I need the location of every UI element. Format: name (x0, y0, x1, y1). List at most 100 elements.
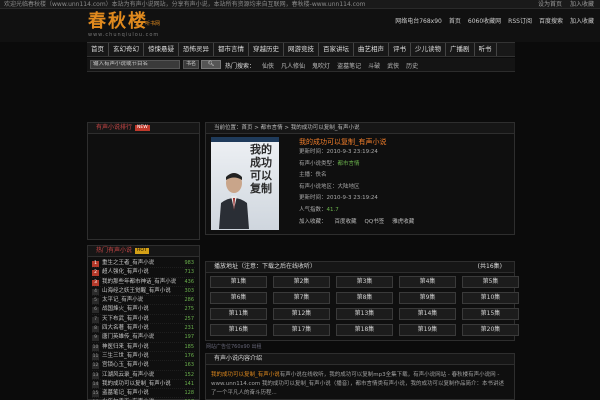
rank-title[interactable]: 江湖风云录_有声小说 (102, 372, 154, 378)
rank-list-item[interactable]: 5 太平记_有声小说 286 (92, 296, 195, 306)
nav-item-games[interactable]: 网游竞技 (284, 43, 319, 56)
rank-title[interactable]: 盗墓笔记_有声小说 (102, 390, 149, 396)
rank-title[interactable]: 重生之王者_有声小说 (102, 260, 154, 266)
episode-button[interactable]: 第3集 (336, 276, 393, 288)
nav-item-radio-drama[interactable]: 广播剧 (446, 43, 475, 56)
rank-list-item[interactable]: 2 超人强化_有声小说 713 (92, 268, 195, 278)
rank-count: 303 (184, 287, 194, 294)
rank-title[interactable]: 我的那些年都市神话_有声小说 (102, 279, 176, 285)
rank-list-item[interactable]: 9 唐门英雄传_有声小说 197 (92, 333, 195, 343)
episode-button[interactable]: 第16集 (210, 324, 267, 336)
rank-title[interactable]: 战国烽火_有声小说 (102, 306, 149, 312)
nav-item-audiobook[interactable]: 听书 (475, 43, 497, 56)
rank-title[interactable]: 太平记_有声小说 (102, 297, 143, 303)
hot-search-item[interactable]: 仙侠 (262, 61, 274, 70)
recent-panel-header: 有声小说排行 NEW (88, 123, 199, 134)
hot-search-item[interactable]: 凡人修仙 (281, 61, 305, 70)
hot-search-item[interactable]: 盗墓笔记 (337, 61, 361, 70)
rank-title[interactable]: 四大名著_有声小说 (102, 325, 149, 331)
baidu-bookmark-link[interactable]: 百度收藏 (335, 217, 357, 225)
rank-count: 983 (184, 260, 194, 266)
ad-text[interactable]: 网站广告位760x90 出租 (206, 343, 261, 350)
episode-button[interactable]: 第20集 (462, 324, 519, 336)
episode-button[interactable]: 第5集 (462, 276, 519, 288)
nav-item-fantasy[interactable]: 玄幻奇幻 (109, 43, 144, 56)
header-link-baidu[interactable]: 百度搜索 (539, 16, 563, 25)
breadcrumb-text[interactable]: 当前位置：首页 > 都市言情 > 我的成功可以复制_有声小说 (214, 125, 359, 131)
rank-panel: 热门有声小说 HOT 1 重生之王者_有声小说 983 2 超人强化_有声小说 713 3 我的… (87, 245, 200, 400)
rank-list-item[interactable]: 12 宫锁心玉_有声小说 163 (92, 361, 195, 371)
info-narrator: 主播：佚名 (299, 172, 327, 178)
rank-title[interactable]: 天下布武_有声小说 (102, 316, 149, 322)
episode-button[interactable]: 第4集 (399, 276, 456, 288)
rank-title[interactable]: 唐门英雄传_有声小说 (102, 334, 154, 340)
episode-button[interactable]: 第12集 (273, 308, 330, 320)
header-link-radio[interactable]: 网络电台768x90 (395, 16, 442, 25)
hot-search-item[interactable]: 武侠 (387, 61, 399, 70)
search-button[interactable]: 🔍︎ (201, 60, 221, 69)
hot-search-item[interactable]: 斗破 (368, 61, 380, 70)
header-link-favorite[interactable]: 加入收藏 (570, 16, 594, 25)
episode-button[interactable]: 第19集 (399, 324, 456, 336)
rank-list-item[interactable]: 6 战国烽火_有声小说 275 (92, 305, 195, 315)
rank-title[interactable]: 山海经之妖王觉醒_有声小说 (102, 288, 171, 294)
hot-search-item[interactable]: 鬼吹灯 (312, 61, 330, 70)
nav-item-lectures[interactable]: 百家讲坛 (319, 43, 354, 56)
episode-button[interactable]: 第14集 (399, 308, 456, 320)
rank-list-item[interactable]: 15 盗墓笔记_有声小说 128 (92, 389, 195, 399)
episode-button[interactable]: 第9集 (399, 292, 456, 304)
nav-item-home[interactable]: 首页 (87, 43, 109, 56)
episode-button[interactable]: 第18集 (336, 324, 393, 336)
rank-number: 10 (92, 344, 99, 351)
rank-title[interactable]: 宫锁心玉_有声小说 (102, 362, 149, 368)
search-type-select[interactable]: 书名 (183, 60, 199, 69)
header-link-rss[interactable]: RSS订阅 (508, 16, 532, 25)
episode-button[interactable]: 第17集 (273, 324, 330, 336)
rank-list-item[interactable]: 1 重生之王者_有声小说 983 (92, 259, 195, 269)
nav-item-crosstalk[interactable]: 曲艺相声 (354, 43, 389, 56)
header-link-home[interactable]: 首页 (449, 16, 461, 25)
rank-list-item[interactable]: 10 神医归来_有声小说 185 (92, 343, 195, 352)
header-link-6060[interactable]: 6060收藏网 (468, 16, 501, 25)
set-homepage-link[interactable]: 设为首页 (538, 0, 562, 9)
episode-button[interactable]: 第15集 (462, 308, 519, 320)
search-input[interactable]: 输入有声小说或节目名 (90, 60, 180, 69)
book-info: 我的成功可以复制_有声小说 更新时间：2010-9-3 23:19:24 有声小… (299, 137, 414, 225)
qq-bookmark-link[interactable]: QQ书签 (365, 217, 385, 225)
site-logo[interactable]: 春秋楼 听书网 www.chunqiulou.com (88, 12, 170, 40)
rank-list-item[interactable]: 4 山海经之妖王觉醒_有声小说 303 (92, 287, 195, 297)
yahoo-bookmark-link[interactable]: 雅虎收藏 (392, 217, 414, 225)
hot-search-item[interactable]: 历史 (406, 61, 418, 70)
rank-title[interactable]: 三生三世_有声小说 (102, 353, 149, 359)
rank-list-item[interactable]: 8 四大名著_有声小说 231 (92, 324, 195, 334)
search-bar: 输入有声小说或节目名 热门搜索： 仙侠 凡人修仙 鬼吹灯 盗墓笔记 斗破 武侠 … (87, 58, 515, 72)
nav-item-horror[interactable]: 恐怖灵异 (179, 43, 214, 56)
episodes-title: 播放地址（注意：下载之后在线收听） (214, 263, 317, 270)
episode-button[interactable]: 第11集 (210, 308, 267, 320)
rank-list-item[interactable]: 14 我的成功可以复制_有声小说 141 (92, 380, 195, 390)
rank-list-item[interactable]: 13 江湖风云录_有声小说 152 (92, 371, 195, 380)
nav-item-romance[interactable]: 都市言情 (214, 43, 249, 56)
episode-button[interactable]: 第7集 (273, 292, 330, 304)
rank-list-item[interactable]: 11 三生三世_有声小说 176 (92, 352, 195, 362)
info-update-time: 更新时间：2010-9-3 23:19:24 (299, 149, 378, 155)
rank-title[interactable]: 神医归来_有声小说 (102, 344, 149, 350)
nav-item-history[interactable]: 穿越历史 (249, 43, 284, 56)
rank-title[interactable]: 我的成功可以复制_有声小说 (102, 381, 171, 387)
nav-item-storytelling[interactable]: 评书 (389, 43, 411, 56)
add-favorite-link[interactable]: 加入收藏 (570, 0, 594, 9)
episode-button[interactable]: 第6集 (210, 292, 267, 304)
book-cover[interactable]: 我的成功可以复制 (211, 137, 279, 230)
episode-button[interactable]: 第8集 (336, 292, 393, 304)
episode-button[interactable]: 第2集 (273, 276, 330, 288)
nav-item-kids[interactable]: 少儿读物 (411, 43, 446, 56)
rank-title[interactable]: 超人强化_有声小说 (102, 269, 149, 275)
episode-button[interactable]: 第1集 (210, 276, 267, 288)
header-links: 网络电台768x90 首页 6060收藏网 RSS订阅 百度搜索 加入收藏 (395, 16, 594, 25)
rank-list-item[interactable]: 3 我的那些年都市神话_有声小说 436 (92, 278, 195, 287)
nav-item-thriller[interactable]: 惊悚悬疑 (144, 43, 179, 56)
info-category: 有声小说类型：都市言情 (299, 160, 360, 167)
episode-button[interactable]: 第13集 (336, 308, 393, 320)
episode-button[interactable]: 第10集 (462, 292, 519, 304)
rank-list-item[interactable]: 7 天下布武_有声小说 257 (92, 315, 195, 325)
